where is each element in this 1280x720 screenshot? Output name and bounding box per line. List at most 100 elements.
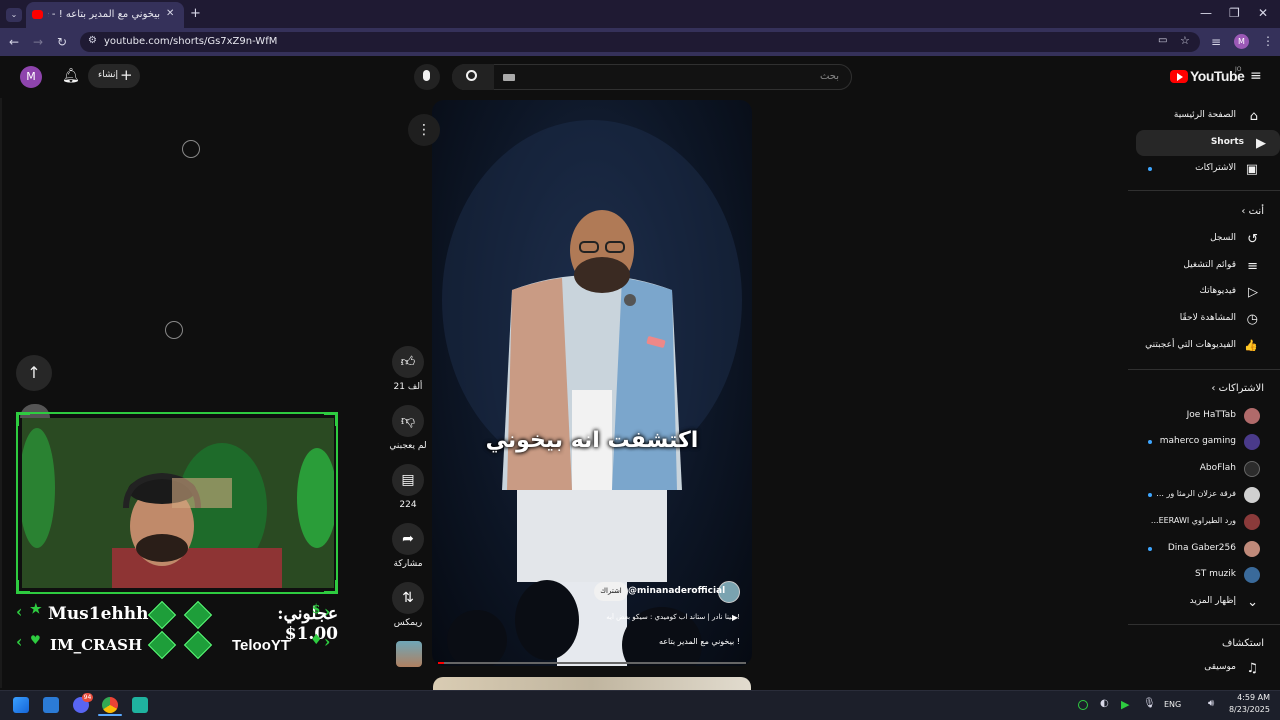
- you-section-heading[interactable]: أنت ›: [1241, 206, 1264, 217]
- sound-thumbnail[interactable]: [396, 641, 422, 667]
- youtube-logo-icon[interactable]: [1170, 70, 1188, 83]
- reload-button[interactable]: ↻: [57, 36, 67, 48]
- sidebar-channel[interactable]: ST muzik: [1128, 562, 1272, 588]
- sidebar-item-your-videos[interactable]: ▷ فيديوهاتك: [1128, 279, 1272, 305]
- remix-button[interactable]: ⇅: [392, 582, 424, 614]
- tray-play-icon[interactable]: ▶: [1121, 698, 1129, 711]
- sidebar-channel[interactable]: Dina Gaber256: [1128, 536, 1272, 562]
- channel-name: Dina Gaber256: [1167, 543, 1236, 553]
- channel-avatar: [1244, 541, 1260, 557]
- forward-button[interactable]: →: [33, 36, 43, 48]
- tab-close-icon[interactable]: ✕: [166, 9, 174, 19]
- sidebar-item-liked-videos[interactable]: 👍 الفيديوهات التي أعجبتني: [1128, 333, 1272, 359]
- sidebar-item-watch-later[interactable]: ◷ المشاهدة لاحقًا: [1128, 306, 1272, 332]
- sidebar-item-subscriptions[interactable]: ▣ الاشتراكات: [1128, 156, 1272, 182]
- search-box[interactable]: بحث: [452, 64, 852, 90]
- guide-menu-icon[interactable]: ≡: [1250, 68, 1262, 84]
- voice-search-button[interactable]: [414, 64, 440, 90]
- create-button[interactable]: إنشاء +: [88, 64, 140, 88]
- notifications-bell-icon[interactable]: 🔔︎: [62, 68, 80, 84]
- close-window-button[interactable]: ✕: [1258, 7, 1268, 19]
- volume-icon[interactable]: 🔊︎: [1208, 699, 1214, 709]
- channel-avatar: [1244, 514, 1260, 530]
- sidebar-channel[interactable]: maherco gaming: [1128, 429, 1272, 455]
- comments-button[interactable]: ▤: [392, 464, 424, 496]
- keyboard-icon[interactable]: [503, 74, 515, 81]
- chrome-icon[interactable]: [102, 697, 118, 713]
- webcam-image: [19, 418, 337, 588]
- share-button[interactable]: ➦: [392, 523, 424, 555]
- short-video-player[interactable]: [432, 100, 752, 666]
- subscriptions-section-heading[interactable]: الاشتراكات ›: [1211, 383, 1264, 394]
- sidebar-item-home[interactable]: ⌂ الصفحة الرئيسية: [1128, 103, 1272, 129]
- sidebar-item-label: الصفحة الرئيسية: [1173, 110, 1236, 120]
- input-language[interactable]: ENG: [1164, 700, 1181, 709]
- video-title[interactable]: بيخوني مع المدير بتاعه !: [590, 637, 740, 646]
- windows-start-icon[interactable]: [13, 697, 29, 713]
- subscribe-button[interactable]: اشتراك: [594, 582, 628, 601]
- subs-heading-text: الاشتراكات: [1218, 383, 1264, 394]
- account-avatar[interactable]: M: [20, 66, 42, 88]
- sidebar-channel[interactable]: فرقة عزلان الرمثا ور ...: [1128, 482, 1272, 508]
- search-button[interactable]: [452, 64, 494, 90]
- video-caption: اكتشفت انه بيخوني: [485, 428, 699, 453]
- channel-name: AboFlah: [1199, 463, 1236, 473]
- sidebar-channel[interactable]: AboFlah: [1128, 456, 1272, 482]
- next-short-preview[interactable]: [433, 677, 751, 690]
- new-content-dot: [1148, 547, 1152, 551]
- channel-avatar: [1244, 567, 1260, 583]
- webcam-feed: [19, 418, 337, 588]
- cast-icon[interactable]: ▭: [1158, 36, 1167, 46]
- address-bar[interactable]: ⚙ youtube.com/shorts/Gs7xZ9n-WfM ▭ ☆: [80, 32, 1200, 52]
- search-input[interactable]: بحث: [820, 71, 839, 82]
- tray-app-icon[interactable]: ◐: [1100, 699, 1109, 709]
- comment-count: 224: [399, 500, 417, 510]
- previous-short-button[interactable]: ↑: [16, 355, 52, 391]
- dislike-button[interactable]: 👎︎: [392, 405, 424, 437]
- channel-handle[interactable]: @minanaderofficial: [628, 586, 725, 596]
- you-heading-text: أنت: [1248, 206, 1264, 217]
- sidebar-item-shorts[interactable]: ▶ Shorts: [1136, 130, 1280, 156]
- bookmark-star-icon[interactable]: ☆: [1180, 35, 1190, 46]
- clock-time[interactable]: 4:59 AM: [1228, 693, 1270, 702]
- browser-menu-icon[interactable]: ⋮: [1262, 35, 1274, 47]
- progress-bar[interactable]: [438, 662, 746, 664]
- tray-status-icon[interactable]: [1078, 700, 1088, 710]
- follower-name: TelooYT: [232, 637, 291, 654]
- sidebar-item-history[interactable]: ↺ السجل: [1128, 226, 1272, 252]
- like-button[interactable]: 👍︎: [392, 346, 424, 378]
- clock-date[interactable]: 8/23/2025: [1222, 705, 1270, 714]
- loading-spinner: [165, 321, 183, 339]
- share-label: مشاركة: [393, 559, 423, 569]
- channel-avatar: [1244, 434, 1260, 450]
- new-tab-button[interactable]: +: [190, 7, 201, 20]
- show-more-button[interactable]: ⌄ إظهار المزيد: [1128, 589, 1272, 615]
- tray-microphone-icon[interactable]: 🎙︎: [1143, 699, 1156, 709]
- more-options-button[interactable]: ⋮: [408, 114, 440, 146]
- sidebar-channel[interactable]: ورد الطيراوي EERAWI...: [1128, 509, 1272, 535]
- search-icon: [466, 70, 477, 81]
- site-info-icon[interactable]: ⚙: [88, 36, 97, 46]
- app-icon[interactable]: [132, 697, 148, 713]
- sidebar-item-playlists[interactable]: ≡ قوائم التشغيل: [1128, 253, 1272, 279]
- channel-name: فرقة عزلان الرمثا ور ...: [1156, 489, 1236, 498]
- reading-list-icon[interactable]: ≡: [1211, 36, 1221, 48]
- frame-corner: [324, 580, 338, 594]
- playlists-icon: ≡: [1247, 259, 1258, 274]
- frame-corner: [16, 412, 30, 426]
- profile-avatar[interactable]: M: [1234, 34, 1249, 49]
- music-track[interactable]: مينا نادر | ستاند اب كوميدي : سيكو بعض أ…: [590, 613, 740, 621]
- music-play-icon: ▶: [732, 613, 739, 622]
- comment-icon: ▤: [401, 472, 415, 488]
- sidebar-item-music[interactable]: ♫ موسيقى: [1128, 655, 1272, 681]
- maximize-button[interactable]: ❐: [1229, 7, 1240, 19]
- supporter-name: Mus1ehhh: [48, 604, 149, 624]
- sidebar-channel[interactable]: Joe HaTTab: [1128, 403, 1272, 429]
- url-text: youtube.com/shorts/Gs7xZ9n-WfM: [104, 36, 278, 47]
- browser-tab[interactable]: بيخوني مع المدير بتاعه ! - be ✕: [26, 2, 184, 28]
- back-button[interactable]: ←: [9, 36, 19, 48]
- tab-search-button[interactable]: ⌄: [6, 8, 22, 22]
- new-content-dot: [1148, 167, 1152, 171]
- file-explorer-icon[interactable]: [43, 697, 59, 713]
- minimize-button[interactable]: —: [1200, 7, 1212, 19]
